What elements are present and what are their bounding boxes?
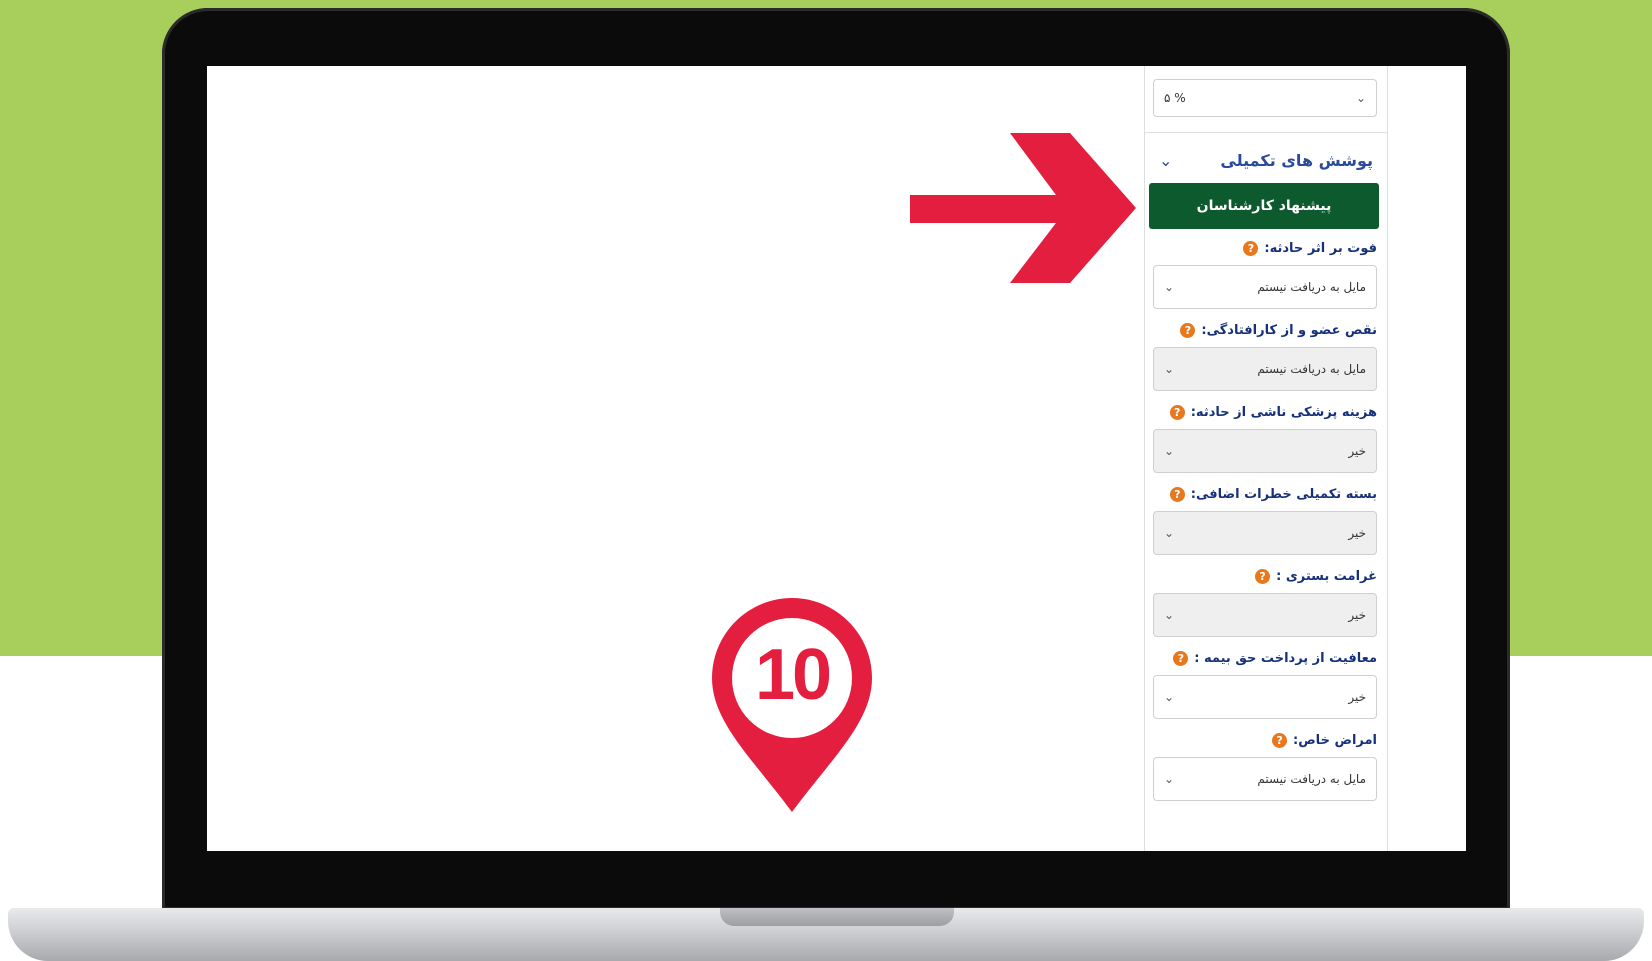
supplementary-coverage-panel: پوشش های تکمیلی ⌄ پیشنهاد کارشناسان فوت … (1144, 132, 1388, 851)
select-value: خیر (1348, 608, 1366, 622)
select-value: مایل به دریافت نیستم (1257, 772, 1366, 786)
field-label-text: غرامت بستری : (1276, 568, 1377, 584)
select-value: خیر (1348, 690, 1366, 704)
field-label-medical-cost: هزینه پزشکی ناشی از حادثه: ? (1169, 401, 1377, 423)
expert-suggestion-button[interactable]: پیشنهاد کارشناسان (1149, 183, 1379, 229)
field-label-accidental-death: فوت بر اثر حادثه: ? (1243, 237, 1377, 259)
help-icon[interactable]: ? (1169, 404, 1185, 420)
chevron-down-icon: ⌄ (1164, 362, 1175, 376)
special-diseases-select[interactable]: مایل به دریافت نیستم ⌄ (1153, 757, 1377, 801)
section-title: پوشش های تکمیلی (1220, 150, 1373, 170)
chevron-down-icon[interactable]: ⌄ (1159, 151, 1172, 170)
field-label-text: فوت بر اثر حادثه: (1264, 240, 1377, 256)
select-value: خیر (1348, 444, 1366, 458)
premium-waiver-select[interactable]: خیر ⌄ (1153, 675, 1377, 719)
chevron-down-icon: ⌄ (1164, 690, 1175, 704)
help-icon[interactable]: ? (1173, 650, 1189, 666)
field-label-text: معافیت از پرداخت حق بیمه : (1194, 650, 1377, 666)
laptop-notch (720, 908, 954, 926)
field-label-hospitalization: غرامت بستری : ? (1255, 565, 1377, 587)
hospitalization-select[interactable]: خیر ⌄ (1153, 593, 1377, 637)
field-label-text: امراض خاص: (1293, 732, 1377, 748)
select-value: مایل به دریافت نیستم (1257, 280, 1366, 294)
step-number: 10 (754, 635, 832, 715)
help-icon[interactable]: ? (1243, 240, 1259, 256)
select-value: خیر (1348, 526, 1366, 540)
field-label-text: بسته تکمیلی خطرات اضافی: (1190, 486, 1377, 502)
chevron-down-icon: ⌄ (1164, 772, 1175, 786)
chevron-down-icon: ⌄ (1164, 280, 1175, 294)
chevron-down-icon: ⌄ (1164, 526, 1175, 540)
field-label-text: هزینه پزشکی ناشی از حادثه: (1190, 404, 1377, 420)
select-value: مایل به دریافت نیستم (1257, 362, 1366, 376)
help-icon[interactable]: ? (1180, 322, 1196, 338)
medical-cost-select[interactable]: خیر ⌄ (1153, 429, 1377, 473)
chevron-down-icon: ⌄ (1355, 91, 1366, 105)
help-icon[interactable]: ? (1255, 568, 1271, 584)
extra-risks-select[interactable]: خیر ⌄ (1153, 511, 1377, 555)
help-icon[interactable]: ? (1169, 486, 1185, 502)
field-label-disability: نقص عضو و از کارافتادگی: ? (1180, 319, 1377, 341)
field-label-extra-risks: بسته تکمیلی خطرات اضافی: ? (1169, 483, 1377, 505)
field-label-text: نقص عضو و از کارافتادگی: (1201, 322, 1377, 338)
field-label-special-diseases: امراض خاص: ? (1272, 729, 1377, 751)
disability-select[interactable]: مایل به دریافت نیستم ⌄ (1153, 347, 1377, 391)
chevron-down-icon: ⌄ (1164, 608, 1175, 622)
arrow-right-icon (910, 133, 1136, 283)
discount-select[interactable]: ۵ % ⌄ (1153, 79, 1377, 117)
help-icon[interactable]: ? (1272, 732, 1287, 748)
discount-value: ۵ % (1164, 91, 1186, 105)
section-header[interactable]: پوشش های تکمیلی ⌄ (1159, 145, 1373, 175)
field-label-premium-waiver: معافیت از پرداخت حق بیمه : ? (1173, 647, 1377, 669)
accidental-death-select[interactable]: مایل به دریافت نیستم ⌄ (1153, 265, 1377, 309)
chevron-down-icon: ⌄ (1164, 444, 1175, 458)
